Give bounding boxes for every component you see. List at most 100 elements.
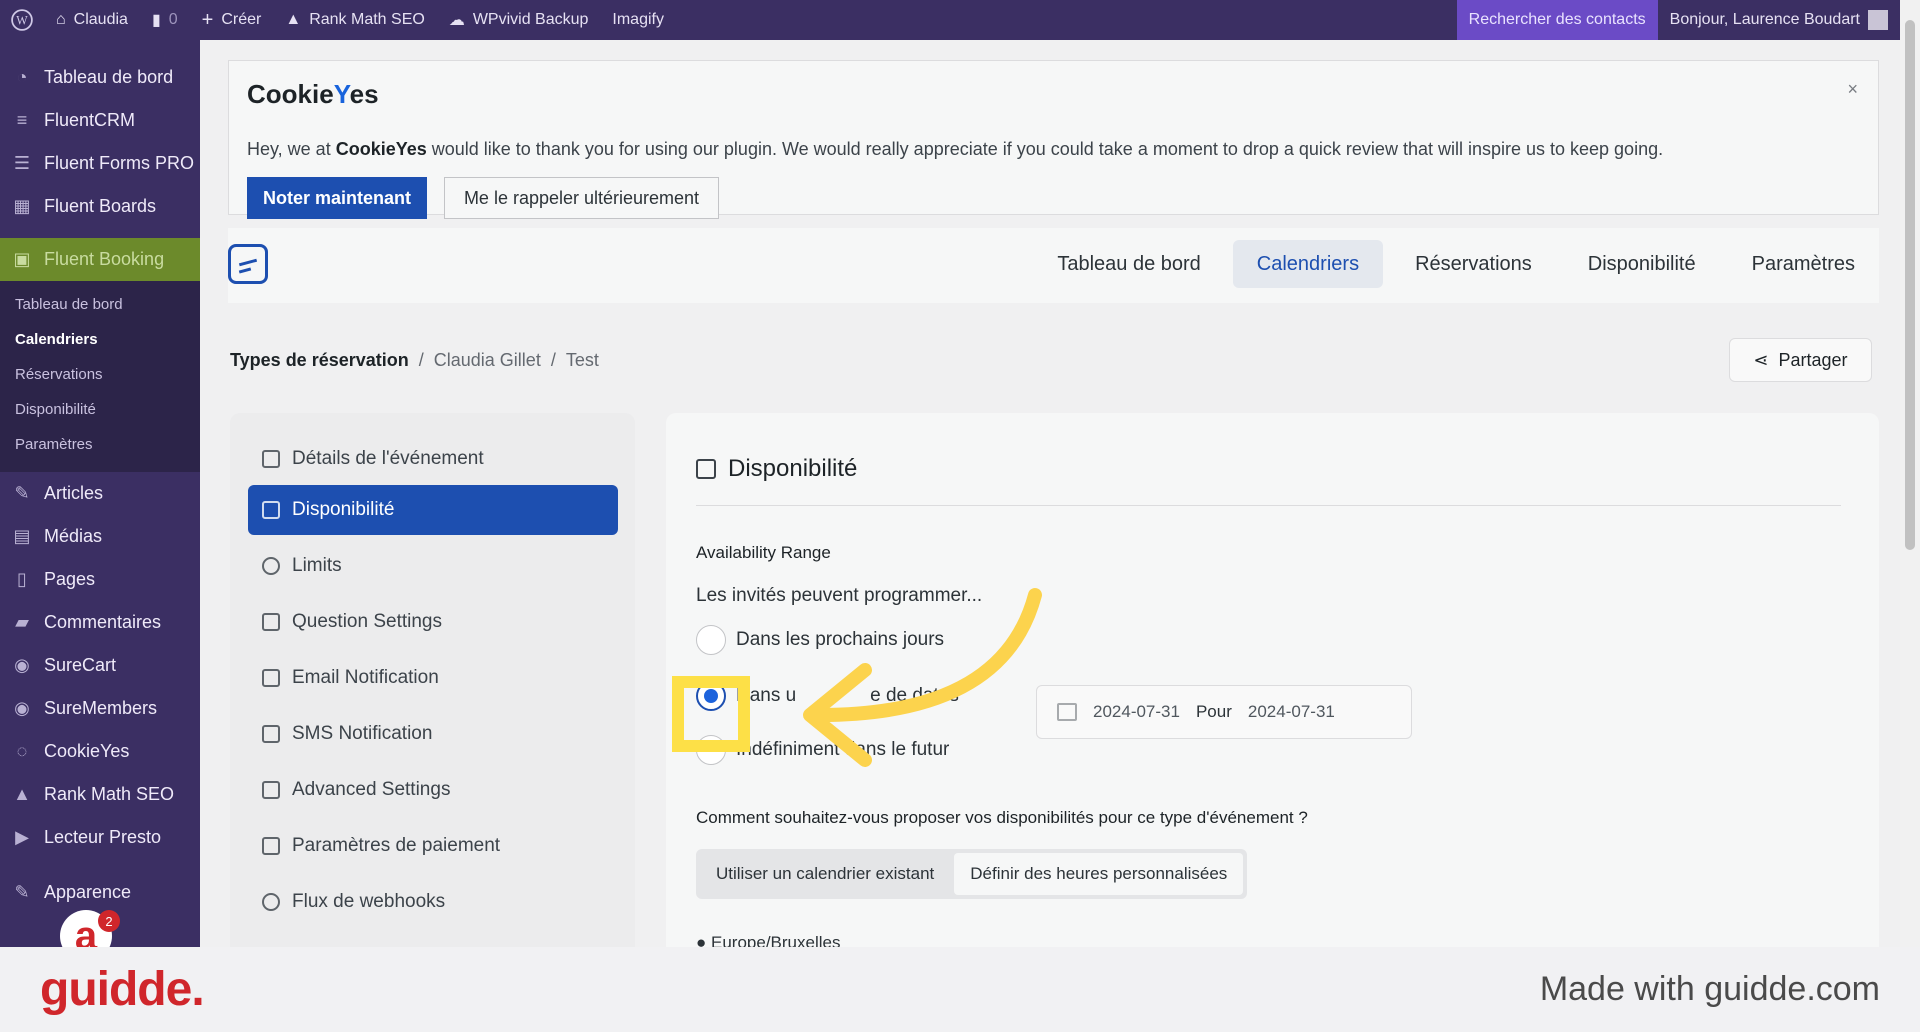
submenu-dashboard[interactable]: Tableau de bord [0,287,200,322]
submenu-calendars[interactable]: Calendriers [0,322,200,357]
menu-media[interactable]: ▤ Médias [0,515,200,558]
availability-range-label: Availability Range [696,543,831,562]
date-to[interactable]: 2024-07-31 [1248,702,1335,722]
step-arrow-icon [803,588,1042,767]
rankmath-link[interactable]: ▲ Rank Math SEO [273,0,436,40]
create-label: Créer [221,11,262,28]
nav-limits[interactable]: Limits [248,541,618,591]
tab-dashboard[interactable]: Tableau de bord [1033,240,1224,288]
fluent-booking-logo-icon[interactable] [228,244,268,284]
wordpress-logo-icon[interactable]: W [0,0,44,40]
wpvivid-link[interactable]: ☁ WPvivid Backup [437,0,601,40]
menu-label: Fluent Booking [44,249,165,269]
nav-question-settings[interactable]: Question Settings [248,597,618,647]
nav-sms-notification[interactable]: SMS Notification [248,709,618,759]
breadcrumb-separator: / [418,350,424,370]
submenu-settings[interactable]: Paramètres [0,427,200,462]
tab-settings[interactable]: Paramètres [1728,240,1879,288]
svg-text:W: W [16,13,28,27]
nav-label: Question Settings [292,611,442,632]
menu-label: Commentaires [44,612,162,632]
nav-label: SMS Notification [292,723,433,744]
pin-icon: ✎ [14,483,30,503]
submenu-availability[interactable]: Disponibilité [0,392,200,427]
fluent-booking-submenu: Tableau de bord Calendriers Réservations… [0,281,200,472]
menu-fluentcrm[interactable]: ≡ FluentCRM [0,99,200,142]
nav-label: Flux de webhooks [292,891,446,912]
menu-appearance[interactable]: ✎ Apparence [0,871,200,914]
nav-label: Limits [292,555,342,576]
breadcrumb: Types de réservation / Claudia Gillet / … [230,350,599,371]
made-with-label: Made with guidde.com [1539,970,1880,1008]
pages-icon: ▯ [17,569,27,589]
close-icon[interactable]: × [1847,79,1858,100]
submenu-bookings[interactable]: Réservations [0,357,200,392]
sliders-icon [262,781,280,799]
menu-fluent-boards[interactable]: ▦ Fluent Boards [0,185,200,228]
menu-rankmath[interactable]: ▲ Rank Math SEO [0,773,200,816]
menu-articles[interactable]: ✎ Articles [0,472,200,515]
nav-event-details[interactable]: Détails de l'événement [248,434,618,484]
menu-fluent-booking[interactable]: ▣ Fluent Booking [0,238,200,281]
nav-label: Paramètres de paiement [292,835,501,856]
timezone-label[interactable]: ● Europe/Bruxelles [696,933,840,947]
site-name-label: Claudia [73,11,128,28]
rate-now-button[interactable]: Noter maintenant [247,177,427,219]
menu-presto-player[interactable]: ▶ Lecteur Presto [0,816,200,859]
nav-label: Email Notification [292,667,439,688]
custom-hours-option[interactable]: Définir des heures personnalisées [954,853,1244,895]
menu-dashboard[interactable]: ◔ Tableau de bord [0,56,200,99]
tab-bookings[interactable]: Réservations [1391,240,1556,288]
menu-suremembers[interactable]: ◉ SureMembers [0,687,200,730]
payment-icon [262,837,280,855]
page-scrollbar[interactable] [1900,0,1920,947]
document-icon [262,450,280,468]
menu-fluent-forms[interactable]: ☰ Fluent Forms PRO [0,142,200,185]
nav-label: Advanced Settings [292,779,451,800]
nav-availability[interactable]: Disponibilité [248,485,618,535]
nav-webhooks[interactable]: Flux de webhooks [248,877,618,927]
imagify-link[interactable]: Imagify [600,0,676,40]
clock-icon [262,557,280,575]
comments-link[interactable]: ▮ 0 [140,0,190,40]
nav-payment-settings[interactable]: Paramètres de paiement [248,821,618,871]
menu-comments[interactable]: ▰ Commentaires [0,601,200,644]
scrollbar-thumb[interactable] [1905,20,1915,550]
menu-label: FluentCRM [44,110,136,130]
cookieyes-icon: ◌ [16,741,28,761]
site-name-link[interactable]: ⌂ Claudia [44,0,140,40]
tab-calendars[interactable]: Calendriers [1232,240,1384,288]
share-icon: ⋖ [1753,349,1769,370]
wpvivid-label: WPvivid Backup [472,11,589,28]
search-contacts-button[interactable]: Rechercher des contacts [1456,0,1658,40]
use-existing-calendar-option[interactable]: Utiliser un calendrier existant [700,853,950,895]
menu-pages[interactable]: ▯ Pages [0,558,200,601]
guidde-logo: guidde. [40,963,205,1016]
create-new-link[interactable]: + Créer [190,0,274,40]
breadcrumb-event: Test [565,350,599,370]
date-range-picker[interactable]: 2024-07-31 Pour 2024-07-31 [1036,685,1412,739]
remind-later-button[interactable]: Me le rappeler ultérieurement [444,177,719,219]
user-account-menu[interactable]: Bonjour, Laurence Boudart [1658,0,1900,40]
main-content: CookieYes × Hey, we at CookieYes would l… [200,40,1900,947]
nav-email-notification[interactable]: Email Notification [248,653,618,703]
breadcrumb-booking-types[interactable]: Types de réservation [230,350,409,371]
radio-button[interactable] [696,625,726,655]
nav-label: Disponibilité [292,499,395,520]
comment-icon: ▮ [151,12,161,29]
home-icon: ⌂ [56,11,66,28]
share-button[interactable]: ⋖ Partager [1729,338,1872,382]
menu-label: Médias [44,526,103,546]
cloud-icon: ☁ [448,12,465,29]
divider [696,505,1841,506]
menu-cookieyes[interactable]: ◌ CookieYes [0,730,200,773]
cookieyes-logo: CookieYes [247,79,379,109]
date-from[interactable]: 2024-07-31 [1093,702,1180,722]
menu-surecart[interactable]: ◉ SureCart [0,644,200,687]
tab-availability[interactable]: Disponibilité [1564,240,1720,288]
breadcrumb-calendar[interactable]: Claudia Gillet [434,350,541,371]
play-icon: ▶ [15,827,29,847]
menu-label: SureCart [44,655,117,675]
fluent-booking-header: Tableau de bord Calendriers Réservations… [228,228,1879,303]
nav-advanced-settings[interactable]: Advanced Settings [248,765,618,815]
